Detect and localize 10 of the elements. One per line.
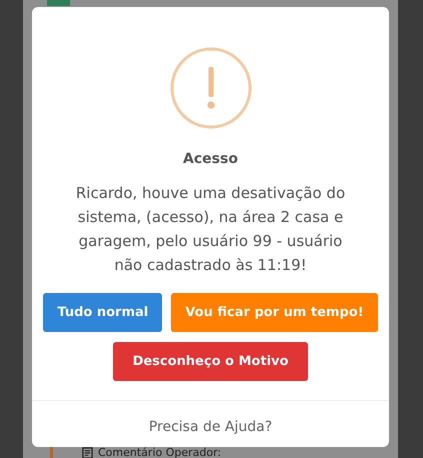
dialog-title: Acesso [183,151,238,167]
action-button[interactable]: Desconheço o Motivo [112,342,308,381]
help-link[interactable]: Precisa de Ajuda? [148,419,272,435]
note-icon [82,447,93,458]
comment-label: Comentário Operador: [98,447,222,458]
action-button[interactable]: Tudo normal [43,293,162,332]
warning-icon [170,47,252,129]
accent-bar [50,447,53,458]
dialog-message: Ricardo, houve uma desativação do sistema, (acesso), na área 2 casa e garagem, pelo usuário 99 - usuário não cadastrado às 11:19! [74,183,346,276]
action-button[interactable]: Vou ficar por um tempo! [171,293,378,332]
